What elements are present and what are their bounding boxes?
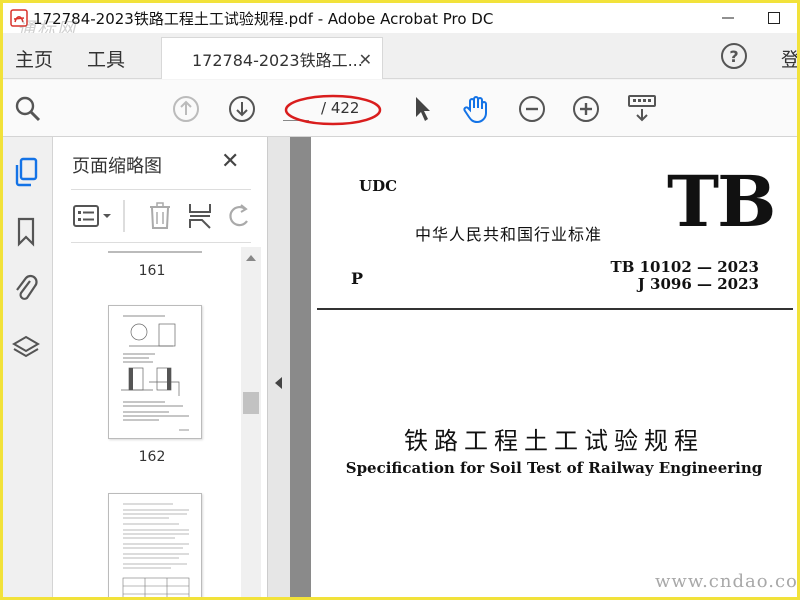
close-tab-icon[interactable]: ✕ (359, 50, 372, 69)
previous-page-button[interactable] (171, 94, 201, 124)
home-tab[interactable]: 主页 (15, 45, 53, 72)
record-number: J 3096 — 2023 (637, 275, 759, 293)
page-navigator: / 422 (283, 94, 383, 126)
login-link[interactable]: 登 (781, 45, 797, 72)
thumbnail-label: 161 (138, 263, 166, 279)
thumbnail-scrollbar[interactable] (241, 247, 261, 597)
minus-circle-icon (519, 96, 545, 122)
tb-logo: TB (667, 160, 776, 243)
menu-tab-bar: 主页 工具 172784-2023铁路工... ✕ ? 登 (3, 33, 797, 79)
close-pane-icon[interactable]: ✕ (221, 149, 239, 174)
document-title-cn: 铁路工程土工试验规程 (404, 427, 704, 455)
toolbar-divider (123, 200, 125, 232)
keyboard-down-icon (628, 95, 656, 122)
window-title: 172784-2023铁路工程土工试验规程.pdf - Adobe Acroba… (33, 9, 494, 28)
insert-page-button[interactable] (187, 202, 213, 230)
hand-tool-button[interactable] (461, 94, 491, 124)
site-watermark: www.cndao.com (655, 571, 800, 592)
thumbnail-preview (122, 503, 190, 597)
thumbnail-label: 162 (138, 449, 166, 465)
pane-toolbar (71, 189, 251, 243)
header-rule (317, 308, 793, 310)
rotate-page-button[interactable] (227, 202, 251, 230)
zoom-in-button[interactable] (571, 94, 601, 124)
plus-circle-icon (573, 96, 599, 122)
minimize-button[interactable] (705, 3, 751, 33)
magnifier-icon (15, 96, 41, 122)
scrollbar-thumb[interactable] (243, 392, 259, 414)
thumbnail-preview (121, 315, 189, 431)
pane-collapse-strip[interactable] (268, 137, 290, 597)
thumbnail-page-163[interactable] (108, 493, 202, 597)
find-zoom-button[interactable] (13, 94, 43, 124)
maximize-icon (768, 12, 780, 24)
bookmarks-button[interactable] (11, 217, 41, 247)
arrow-down-circle-icon (229, 96, 255, 122)
collapse-left-icon[interactable] (275, 377, 282, 389)
delete-page-button[interactable] (147, 202, 173, 230)
attachments-button[interactable] (11, 273, 41, 303)
bookmark-icon (17, 217, 35, 247)
minimize-icon (722, 17, 734, 19)
title-bar: 172784-2023铁路工程土工试验规程.pdf - Adobe Acroba… (3, 3, 797, 40)
pointer-arrow-icon (416, 97, 430, 121)
thumbnail-options-button[interactable] (73, 202, 113, 230)
page-thumbnails-button[interactable] (11, 157, 41, 187)
window-controls (705, 3, 797, 33)
pane-title: 页面缩略图 (72, 156, 162, 177)
udc-label: UDC (359, 177, 398, 195)
options-menu-icon (73, 205, 111, 227)
document-page: UDC TB 中华人民共和国行业标准 P TB 10102 — 2023 J 3… (311, 137, 797, 597)
next-page-button[interactable] (227, 94, 257, 124)
maximize-button[interactable] (751, 3, 797, 33)
rotate-icon (229, 204, 248, 227)
page-display-button[interactable] (627, 94, 657, 124)
standard-number: TB 10102 — 2023 (610, 258, 759, 276)
zoom-out-button[interactable] (517, 94, 547, 124)
arrow-up-circle-icon (173, 96, 199, 122)
document-tab[interactable]: 172784-2023铁路工... ✕ (161, 37, 383, 79)
trash-icon (150, 202, 170, 229)
layers-button[interactable] (11, 333, 41, 363)
thumbnails-pane: 页面缩略图 ✕ 161 162 (53, 137, 268, 597)
toolbar: / 422 (3, 80, 797, 137)
select-tool-button[interactable] (407, 94, 437, 124)
paperclip-icon (16, 274, 38, 300)
thumbnail-prev-edge (108, 251, 202, 253)
thumbnail-list: 161 162 (53, 247, 251, 597)
document-viewer: UDC TB 中华人民共和国行业标准 P TB 10102 — 2023 J 3… (290, 137, 797, 597)
document-tab-label: 172784-2023铁路工... (192, 50, 363, 70)
app-window: 172784-2023铁路工程土工试验规程.pdf - Adobe Acroba… (0, 0, 800, 600)
p-mark: P (351, 269, 364, 288)
help-button[interactable]: ? (721, 43, 747, 69)
navigation-rail (3, 137, 53, 597)
insert-pages-icon (189, 204, 211, 229)
red-annotation-ellipse (284, 94, 382, 126)
layers-icon (12, 335, 40, 358)
document-title-en: Specification for Soil Test of Railway E… (345, 459, 763, 477)
thumbnail-page-162[interactable] (108, 305, 202, 439)
scroll-up-icon[interactable] (241, 251, 261, 265)
standard-type: 中华人民共和国行业标准 (415, 225, 603, 244)
pages-copy-icon (15, 157, 38, 187)
tools-tab[interactable]: 工具 (87, 45, 125, 72)
hand-icon (463, 96, 487, 124)
